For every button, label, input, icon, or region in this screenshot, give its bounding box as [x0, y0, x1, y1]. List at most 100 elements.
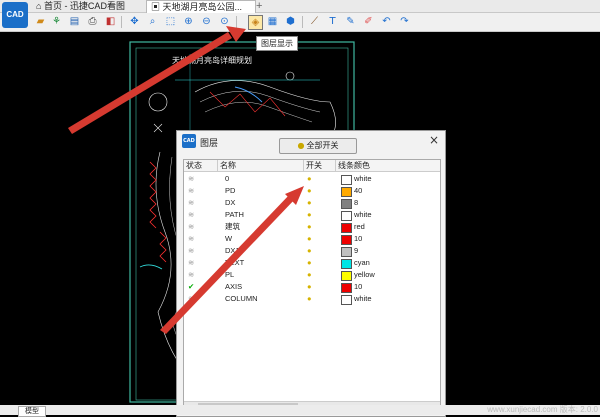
table-row[interactable]: ≋ PATH ● white	[184, 209, 440, 221]
table-row[interactable]: ≋ COLUMN ● white	[184, 293, 440, 305]
color-swatch[interactable]	[341, 247, 352, 257]
toggle-all-label: 全部开关	[306, 141, 339, 150]
table-row[interactable]: ≋ 0 ● white	[184, 173, 440, 185]
new-tab-button[interactable]: +	[252, 0, 266, 12]
dialog-app-icon: CAD	[182, 134, 196, 148]
table-row[interactable]: ≋ PD ● 40	[184, 185, 440, 197]
tab-home[interactable]: ⌂ 首页 - 迅捷CAD看图	[32, 0, 129, 12]
lightbulb-icon[interactable]: ●	[307, 269, 317, 281]
zoom-previous-icon[interactable]: ⊙	[218, 15, 231, 28]
color-swatch[interactable]	[341, 283, 352, 293]
layer-color-name: red	[354, 222, 365, 231]
layer-state-icon[interactable]: ≋	[188, 221, 198, 233]
layer-color-name: white	[354, 174, 372, 183]
col-name[interactable]: 名称	[218, 160, 304, 171]
save-icon[interactable]: ▤	[68, 15, 81, 28]
layout-icon[interactable]: ▦	[266, 15, 279, 28]
table-row[interactable]: ✔ AXIS ● 10	[184, 281, 440, 293]
layer-state-icon[interactable]: ≋	[188, 293, 198, 305]
layer-name: W	[225, 234, 233, 243]
layer-name: DX1	[225, 246, 240, 255]
layer-state-icon[interactable]: ≋	[188, 185, 198, 197]
toolbar: ▰ ⚘ ▤ ⎙ ◧ ✥ ⌕ ⬚ ⊕ ⊖ ⊙ ◈ ▦ ⬢ ⟋ T ✎ ✐ ↶ ↷	[0, 13, 600, 32]
lightbulb-icon[interactable]: ●	[307, 233, 317, 245]
layer-color-name: white	[354, 210, 372, 219]
lightbulb-icon[interactable]: ●	[307, 209, 317, 221]
toggle-all-button[interactable]: ● 全部开关	[279, 138, 357, 154]
lightbulb-icon[interactable]: ●	[307, 293, 317, 305]
layer-state-icon[interactable]: ≋	[188, 173, 198, 185]
pan-icon[interactable]: ✥	[128, 15, 141, 28]
model-tab[interactable]: 模型	[18, 406, 46, 417]
redo-icon[interactable]: ↷	[398, 15, 411, 28]
color-swatch[interactable]	[341, 271, 352, 281]
text-icon[interactable]: T	[326, 15, 339, 28]
print-icon[interactable]: ⎙	[86, 15, 99, 28]
lightbulb-icon[interactable]: ●	[307, 245, 317, 257]
lightbulb-icon[interactable]: ●	[307, 197, 317, 209]
layer-state-icon[interactable]: ≋	[188, 233, 198, 245]
lightbulb-icon[interactable]: ●	[307, 281, 317, 293]
color-swatch[interactable]	[341, 235, 352, 245]
zoom-window-icon[interactable]: ⌕	[146, 15, 159, 28]
col-state[interactable]: 状态	[184, 160, 218, 171]
close-icon[interactable]: ×	[429, 133, 439, 147]
color-swatch[interactable]	[341, 223, 352, 233]
table-row[interactable]: ≋ W ● 10	[184, 233, 440, 245]
open-folder-icon[interactable]: ▰	[34, 15, 47, 28]
layer-name: AXIS	[225, 282, 243, 291]
layer-state-icon[interactable]: ≋	[188, 197, 198, 209]
zoom-in-icon[interactable]: ⊕	[182, 15, 195, 28]
lightbulb-icon[interactable]: ●	[307, 185, 317, 197]
toolbar-separator	[302, 16, 303, 28]
layer-name: PD	[225, 186, 236, 195]
layer-state-icon[interactable]: ≋	[188, 245, 198, 257]
layer-color-name: 10	[354, 234, 363, 243]
toolbar-separator	[121, 16, 122, 28]
layer-color-name: 10	[354, 282, 363, 291]
table-row[interactable]: ≋ TEXT ● cyan	[184, 257, 440, 269]
tab-home-label: 首页 - 迅捷CAD看图	[43, 1, 125, 11]
tab-document[interactable]: ▣ 天地湖月亮岛公园...	[146, 0, 256, 13]
color-swatch[interactable]	[341, 199, 352, 209]
color-swatch[interactable]	[341, 187, 352, 197]
layer-color-name: cyan	[354, 258, 370, 267]
table-row[interactable]: ≋ DX1 ● 9	[184, 245, 440, 257]
eraser-icon[interactable]: ✐	[362, 15, 375, 28]
3d-view-icon[interactable]: ⬢	[284, 15, 297, 28]
color-swatch[interactable]	[341, 211, 352, 221]
zoom-out-icon[interactable]: ⊖	[200, 15, 213, 28]
layer-name: PL	[225, 270, 235, 279]
export-icon[interactable]: ◧	[104, 15, 117, 28]
color-swatch[interactable]	[341, 295, 352, 305]
layer-state-icon[interactable]: ≋	[188, 269, 198, 281]
table-row[interactable]: ≋ 建筑 ● red	[184, 221, 440, 233]
layer-name: PATH	[225, 210, 244, 219]
color-swatch[interactable]	[341, 259, 352, 269]
toolbar-separator	[236, 16, 237, 28]
layer-color-name: yellow	[354, 270, 375, 279]
layer-name: DX	[225, 198, 236, 207]
layer-name: COLUMN	[225, 294, 258, 303]
layer-display-icon[interactable]: ◈	[248, 15, 263, 30]
layer-name: TEXT	[225, 258, 245, 267]
color-swatch[interactable]	[341, 175, 352, 185]
zoom-extents-icon[interactable]: ⬚	[164, 15, 177, 28]
measure-line-icon[interactable]: ⟋	[308, 15, 321, 28]
lightbulb-icon[interactable]: ●	[307, 221, 317, 233]
palm-tree-icon[interactable]: ⚘	[50, 15, 63, 28]
table-row[interactable]: ≋ PL ● yellow	[184, 269, 440, 281]
annotate-icon[interactable]: ✎	[344, 15, 357, 28]
lightbulb-icon[interactable]: ●	[307, 257, 317, 269]
undo-icon[interactable]: ↶	[380, 15, 393, 28]
layer-state-icon[interactable]: ≋	[188, 209, 198, 221]
col-onoff[interactable]: 开关	[304, 160, 336, 171]
tooltip-layer-display: 图层显示	[256, 36, 298, 51]
layer-state-icon[interactable]: ✔	[188, 281, 198, 293]
col-line-color[interactable]: 线条颜色	[336, 160, 440, 171]
layer-dialog: CAD 图层 × ● 全部开关 状态 名称 开关 线条颜色 ≋ 0 ● white ≋ PD…	[176, 130, 446, 417]
table-row[interactable]: ≋ DX ● 8	[184, 197, 440, 209]
lightbulb-icon[interactable]: ●	[307, 173, 317, 185]
tab-document-label: 天地湖月亮岛公园...	[162, 2, 243, 12]
layer-state-icon[interactable]: ≋	[188, 257, 198, 269]
